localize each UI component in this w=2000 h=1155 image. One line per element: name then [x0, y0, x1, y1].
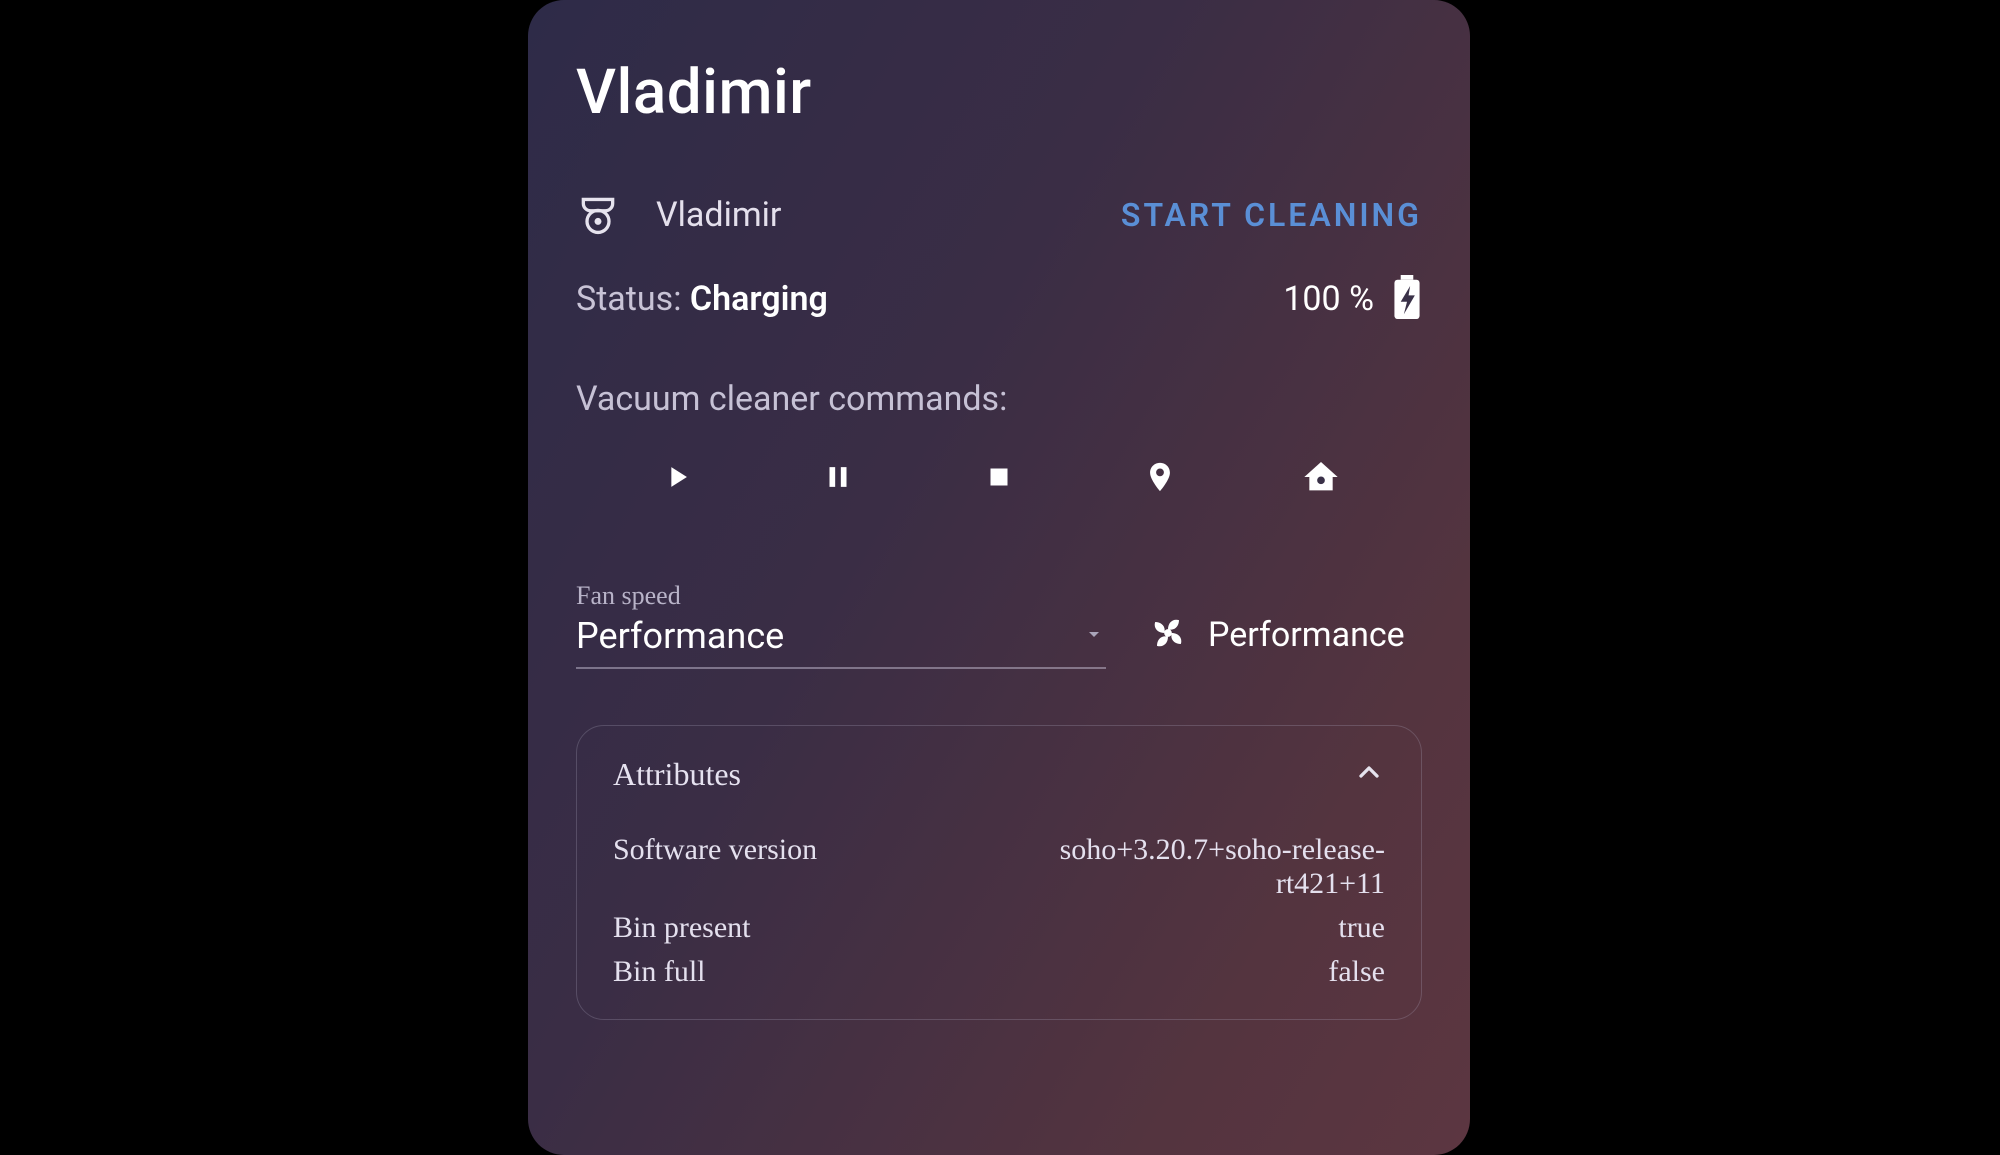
battery-percent: 100 %	[1283, 279, 1374, 319]
pause-button[interactable]	[788, 449, 888, 509]
commands-row	[576, 449, 1422, 509]
fan-select-wrap: Fan speed Performance	[576, 581, 1106, 669]
fan-status-text: Performance	[1208, 615, 1405, 655]
status-label: Status:	[576, 279, 690, 319]
attribute-key: Bin full	[613, 955, 968, 989]
device-left: Vladimir	[576, 193, 781, 237]
locate-button[interactable]	[1110, 449, 1210, 509]
start-cleaning-button[interactable]: START CLEANING	[1121, 196, 1422, 234]
battery-charging-icon	[1392, 275, 1422, 323]
status-value: Charging	[690, 279, 828, 319]
location-pin-icon	[1143, 455, 1177, 503]
attribute-value: soho+3.20.7+soho-release-rt421+11	[968, 833, 1385, 901]
robot-vacuum-icon	[576, 193, 620, 237]
attribute-value: false	[968, 955, 1385, 989]
return-home-button[interactable]	[1271, 449, 1371, 509]
home-icon	[1301, 457, 1341, 501]
attribute-row: Bin present true	[613, 911, 1385, 945]
attribute-key: Software version	[613, 833, 968, 867]
fan-speed-value: Performance	[576, 615, 784, 657]
attribute-key: Bin present	[613, 911, 968, 945]
attributes-panel: Attributes Software version soho+3.20.7+…	[576, 725, 1422, 1020]
status-text: Status: Charging	[576, 279, 828, 319]
status-row: Status: Charging 100 %	[576, 275, 1422, 323]
fan-icon	[1146, 611, 1190, 659]
attribute-row: Software version soho+3.20.7+soho-releas…	[613, 833, 1385, 901]
fan-status: Performance	[1146, 611, 1405, 669]
chevron-up-icon	[1353, 756, 1385, 793]
fan-section: Fan speed Performance Performance	[576, 581, 1422, 669]
fan-speed-select[interactable]: Performance	[576, 615, 1106, 669]
attributes-title: Attributes	[613, 756, 741, 793]
device-name: Vladimir	[656, 195, 781, 235]
attribute-value: true	[968, 911, 1385, 945]
stop-icon	[982, 457, 1016, 501]
play-button[interactable]	[627, 449, 727, 509]
vacuum-card: Vladimir Vladimir START CLEANING Status:…	[528, 0, 1470, 1155]
fan-speed-label: Fan speed	[576, 581, 1106, 611]
chevron-down-icon	[1082, 622, 1106, 650]
attributes-header[interactable]: Attributes	[613, 756, 1385, 793]
device-header-row: Vladimir START CLEANING	[576, 193, 1422, 237]
stop-button[interactable]	[949, 449, 1049, 509]
card-title: Vladimir	[576, 56, 1422, 129]
play-icon	[660, 457, 694, 501]
pause-icon	[821, 457, 855, 501]
attribute-row: Bin full false	[613, 955, 1385, 989]
commands-label: Vacuum cleaner commands:	[576, 379, 1422, 419]
battery-group: 100 %	[1283, 275, 1422, 323]
